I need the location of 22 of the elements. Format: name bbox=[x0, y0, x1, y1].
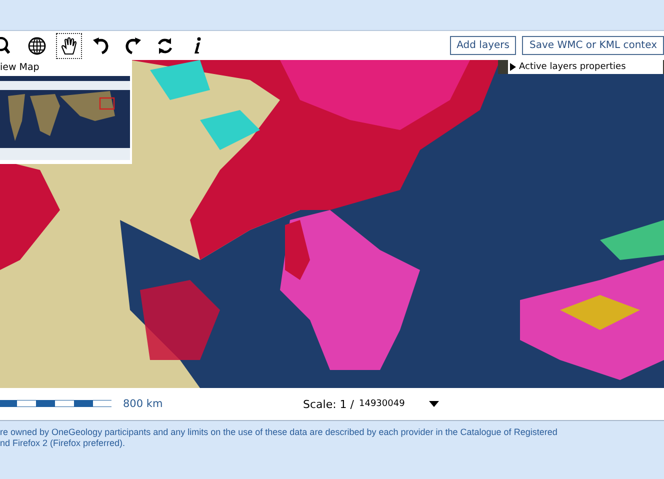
extent-rectangle bbox=[99, 97, 115, 110]
save-context-button[interactable]: Save WMC or KML contex bbox=[522, 36, 664, 55]
pan-tool[interactable] bbox=[56, 32, 82, 58]
add-layers-button[interactable]: Add layers bbox=[450, 36, 516, 55]
magnifier-icon bbox=[0, 37, 10, 54]
triangle-icon bbox=[510, 63, 516, 71]
footer-text: nd Firefox 2 (Firefox preferred). bbox=[0, 438, 126, 449]
active-layers-toggle[interactable]: Active layers properties bbox=[508, 60, 663, 74]
scale-value[interactable]: 14930049 bbox=[359, 399, 429, 409]
hand-icon bbox=[59, 36, 79, 56]
globe-icon bbox=[27, 36, 47, 56]
overview-title: iew Map bbox=[0, 61, 40, 75]
scale-label: Scale: 1 / bbox=[303, 398, 354, 410]
refresh-icon bbox=[155, 36, 175, 56]
overview-map[interactable] bbox=[0, 76, 130, 160]
undo-icon bbox=[91, 36, 111, 56]
footer-text: re owned by OneGeology participants and any limits on the use of these data are described by each provider in the Catalogue of Registered bbox=[0, 427, 558, 438]
dropdown-arrow-icon[interactable] bbox=[429, 401, 439, 407]
scale-bar-label: 800 km bbox=[123, 398, 164, 410]
geologic-map[interactable] bbox=[0, 60, 664, 388]
redo-icon bbox=[123, 36, 143, 56]
info-icon bbox=[194, 37, 200, 54]
